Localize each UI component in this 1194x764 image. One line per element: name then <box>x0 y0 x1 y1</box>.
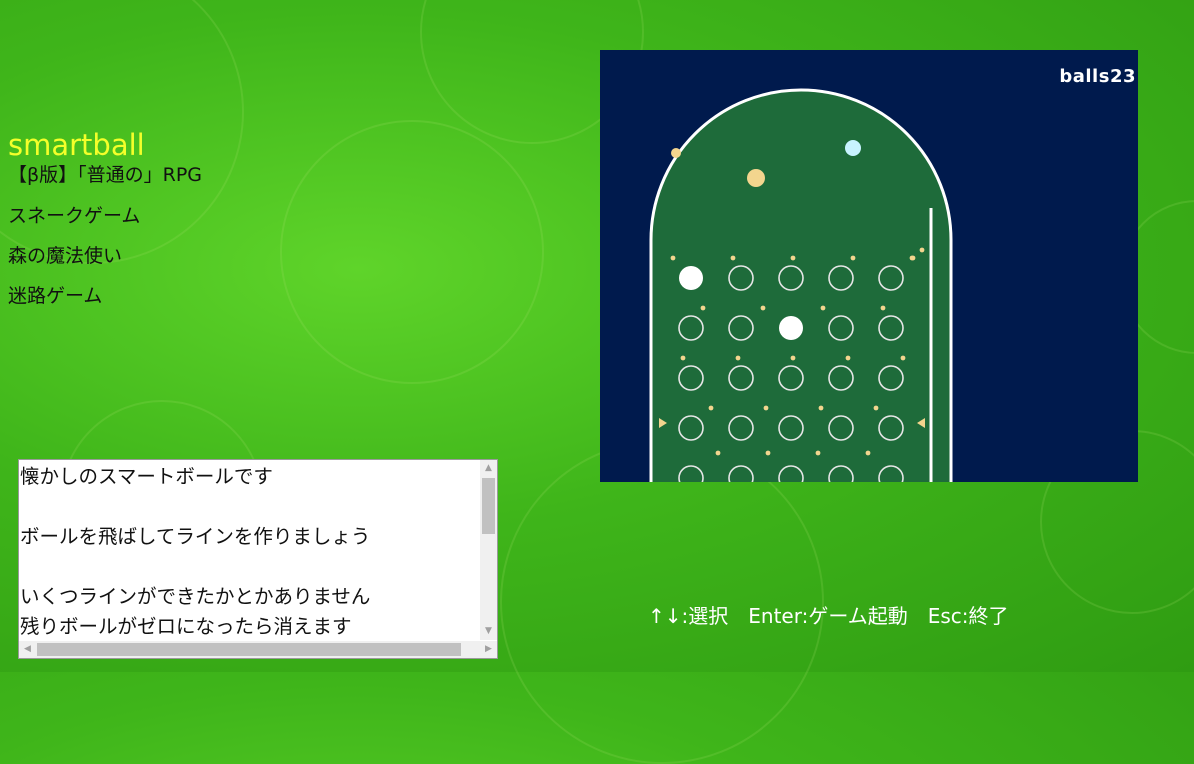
ball <box>671 148 681 158</box>
pin <box>715 450 721 456</box>
scroll-left-arrow-icon[interactable]: ◀ <box>19 641 36 658</box>
pin <box>760 305 766 311</box>
description-line: 懐かしのスマートボールです <box>20 465 273 488</box>
horizontal-scroll-thumb[interactable] <box>37 643 461 656</box>
pin <box>820 305 826 311</box>
ball <box>845 140 861 156</box>
description-line: いくつラインができたかとかありません <box>20 585 371 608</box>
keyboard-help: ↑↓:選択 Enter:ゲーム起動 Esc:終了 <box>648 604 1009 628</box>
description-text: 懐かしのスマートボールです ボールを飛ばしてラインを作りましょう いくつラインが… <box>20 462 480 642</box>
balls-count: 23 <box>1109 66 1136 87</box>
description-line <box>20 552 480 582</box>
pin <box>763 405 769 411</box>
menu-item-forest-wizard[interactable]: 森の魔法使い <box>8 236 202 276</box>
scroll-down-arrow-icon[interactable]: ▼ <box>480 623 497 640</box>
pin <box>815 450 821 456</box>
description-line: ボールを飛ばしてラインを作りましょう <box>20 525 371 548</box>
scroll-right-arrow-icon[interactable]: ▶ <box>480 641 497 658</box>
pin <box>730 255 736 261</box>
pin <box>700 305 706 311</box>
description-line: 残りボールがゼロになったら消えます <box>20 615 352 638</box>
menu-item-snake-game[interactable]: スネークゲーム <box>8 196 202 236</box>
pin <box>845 355 851 361</box>
game-preview: balls23 <box>600 50 1138 482</box>
balls-remaining-counter: balls23 <box>1059 66 1136 87</box>
pin <box>919 247 925 253</box>
pin <box>790 355 796 361</box>
menu-item-maze-game[interactable]: 迷路ゲーム <box>8 276 202 316</box>
pin <box>900 355 906 361</box>
pin <box>765 450 771 456</box>
hole-filled <box>779 316 803 340</box>
smartball-board <box>649 88 953 482</box>
pin <box>880 305 886 311</box>
pin <box>909 255 915 261</box>
hole-filled <box>679 266 703 290</box>
vertical-scroll-thumb[interactable] <box>482 478 495 534</box>
selected-game-title[interactable]: smartball <box>8 128 202 162</box>
description-textbox[interactable]: 懐かしのスマートボールです ボールを飛ばしてラインを作りましょう いくつラインが… <box>18 459 498 659</box>
description-line <box>20 492 480 522</box>
ball <box>747 169 765 187</box>
scroll-up-arrow-icon[interactable]: ▲ <box>480 460 497 477</box>
pin <box>708 405 714 411</box>
pin <box>850 255 856 261</box>
horizontal-scrollbar[interactable]: ◀ ▶ <box>19 641 497 658</box>
pin <box>735 355 741 361</box>
pin <box>865 450 871 456</box>
pin <box>790 255 796 261</box>
vertical-scrollbar[interactable]: ▲ ▼ <box>480 460 497 640</box>
pin <box>670 255 676 261</box>
menu-item-rpg[interactable]: 【β版】「普通の」RPG <box>8 164 202 196</box>
pin <box>680 355 686 361</box>
game-menu: smartball 【β版】「普通の」RPG スネークゲーム 森の魔法使い 迷路… <box>8 128 202 316</box>
pin <box>873 405 879 411</box>
pin <box>818 405 824 411</box>
balls-label: balls <box>1059 66 1110 87</box>
